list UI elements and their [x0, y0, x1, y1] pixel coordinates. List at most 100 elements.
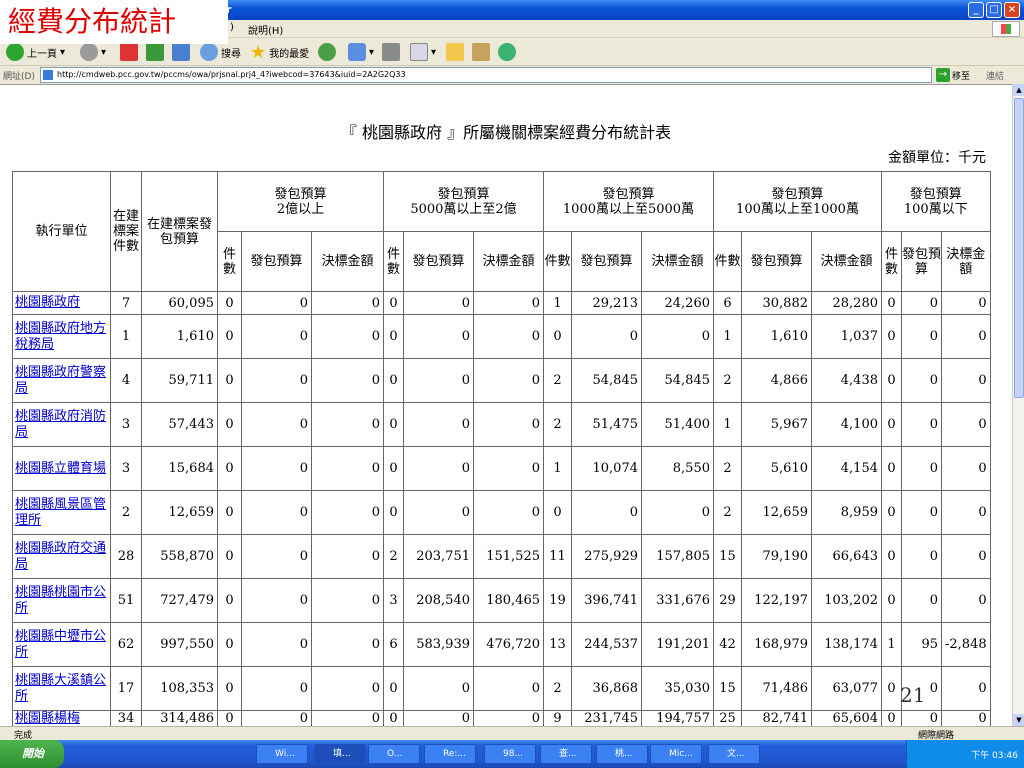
amount-cell: 275,929: [571, 534, 642, 579]
messenger-button[interactable]: [498, 42, 516, 62]
favorites-button[interactable]: ★ 我的最愛: [250, 42, 309, 63]
menu-item-tools-fragment[interactable]: ): [230, 22, 234, 33]
amount-cell: 0: [473, 666, 544, 711]
amount-cell: 1,610: [141, 314, 218, 359]
unit-link[interactable]: 桃園縣桃園市公所: [15, 585, 106, 616]
amount-cell: 476,720: [473, 622, 544, 667]
unit-link[interactable]: 桃園縣楊梅: [15, 711, 80, 726]
back-button[interactable]: 上一頁 ▾: [6, 42, 65, 62]
amount-cell: 0: [311, 291, 384, 315]
maximize-button[interactable]: □: [986, 2, 1002, 18]
unit-link[interactable]: 桃園縣政府消防局: [15, 409, 106, 440]
count-cell: 2: [543, 666, 572, 711]
header-group-3: 發包預算 1000萬以上至5000萬: [543, 171, 714, 232]
count-cell: 0: [383, 666, 404, 711]
taskbar-task[interactable]: O...: [368, 744, 420, 764]
refresh-button[interactable]: [146, 42, 164, 62]
count-cell: 15: [713, 534, 742, 579]
table-row: 桃園縣大溪鎮公所 17 108,353 0 0 0 0 0 0 2 36,868 35,030 15 71…: [12, 666, 991, 711]
taskbar-task[interactable]: Re:...: [424, 744, 476, 764]
count-cell: 0: [881, 666, 902, 711]
amount-cell: 151,525: [473, 534, 544, 579]
amount-cell: 0: [901, 490, 942, 535]
count-cell: 0: [383, 314, 404, 359]
count-cell: 2: [713, 490, 742, 535]
vertical-scrollbar[interactable]: ▲ ▼: [1012, 84, 1024, 726]
amount-cell: 0: [941, 446, 991, 491]
table-row: 桃園縣桃園市公所 51 727,479 0 0 0 3 208,540 180,465 19 396…: [12, 578, 991, 623]
taskbar-task[interactable]: Mic...: [650, 744, 702, 764]
unit-cell: 桃園縣政府: [12, 291, 111, 315]
amount-cell: 1,610: [741, 314, 812, 359]
subheader-count: 件數: [543, 231, 572, 292]
count-cell: 0: [383, 490, 404, 535]
scroll-up-icon[interactable]: ▲: [1013, 84, 1024, 96]
folder-button[interactable]: [446, 42, 464, 62]
taskbar-task[interactable]: 桃...: [596, 744, 648, 764]
amount-cell: 122,197: [741, 578, 812, 623]
unit-link[interactable]: 桃園縣政府交通局: [15, 541, 106, 572]
unit-link[interactable]: 桃園縣政府: [15, 295, 80, 310]
amount-cell: 0: [473, 710, 544, 726]
mail-button[interactable]: ▾: [348, 42, 374, 62]
unit-link[interactable]: 桃園縣立體育場: [15, 461, 106, 476]
amount-cell: 0: [941, 402, 991, 447]
menu-item-help[interactable]: 說明(H): [248, 22, 283, 37]
amount-cell: 0: [241, 622, 312, 667]
amount-cell: 0: [311, 446, 384, 491]
amount-cell: 0: [473, 314, 544, 359]
unit-link[interactable]: 桃園縣政府警察局: [15, 365, 106, 396]
header-budget: 在建標案發包預算: [141, 171, 218, 292]
unit-cell: 桃園縣楊梅: [12, 710, 111, 726]
taskbar-task[interactable]: Wi...: [256, 744, 308, 764]
subheader-award: 決標金額: [941, 231, 991, 292]
header-count: 在建標案件數: [110, 171, 142, 292]
edit-button[interactable]: ▾: [410, 42, 436, 62]
printer-icon: [382, 43, 400, 61]
start-button[interactable]: 開始: [0, 740, 64, 768]
table-row: 桃園縣政府交通局 28 558,870 0 0 0 2 203,751 151,525 11 275…: [12, 534, 991, 579]
amount-cell: 95: [901, 622, 942, 667]
search-button[interactable]: 搜尋: [200, 42, 241, 62]
close-button[interactable]: ×: [1004, 2, 1020, 18]
home-button[interactable]: [172, 42, 190, 62]
header-group-2: 發包預算 5000萬以上至2億: [383, 171, 544, 232]
scroll-thumb[interactable]: [1014, 98, 1024, 398]
minimize-button[interactable]: _: [968, 2, 984, 18]
amount-cell: 0: [311, 666, 384, 711]
unit-link[interactable]: 桃園縣風景區管理所: [15, 497, 106, 528]
unit-link[interactable]: 桃園縣中壢市公所: [15, 629, 106, 660]
amount-cell: 54,845: [641, 358, 714, 403]
stop-button[interactable]: [120, 42, 138, 62]
amount-cell: 0: [403, 710, 474, 726]
taskbar-task[interactable]: 查...: [540, 744, 592, 764]
amount-cell: 0: [311, 402, 384, 447]
links-label[interactable]: 連結: [986, 69, 1004, 82]
amount-cell: 35,030: [641, 666, 714, 711]
amount-cell: 28,280: [811, 291, 882, 315]
amount-cell: 558,870: [141, 534, 218, 579]
refresh-icon: [146, 43, 164, 61]
count-cell: 2: [543, 358, 572, 403]
research-button[interactable]: [472, 42, 490, 62]
go-button[interactable]: → 移至: [936, 68, 970, 82]
unit-link[interactable]: 桃園縣大溪鎮公所: [15, 673, 106, 704]
taskbar-task[interactable]: 文...: [708, 744, 760, 764]
unit-cell: 桃園縣立體育場: [12, 446, 111, 491]
amount-cell: 396,741: [571, 578, 642, 623]
amount-cell: 0: [941, 490, 991, 535]
taskbar-task[interactable]: 98...: [484, 744, 536, 764]
print-button[interactable]: [382, 42, 400, 62]
taskbar-task[interactable]: 填...: [314, 744, 366, 764]
header-group-1: 發包預算 2億以上: [217, 171, 384, 232]
history-button[interactable]: [318, 42, 336, 62]
unit-cell: 桃園縣政府消防局: [12, 402, 111, 447]
address-input[interactable]: http://cmdweb.pcc.gov.tw/pccms/owa/prjsn…: [40, 67, 932, 83]
count-cell: 4: [110, 358, 142, 403]
scroll-down-icon[interactable]: ▼: [1013, 714, 1024, 726]
unit-link[interactable]: 桃園縣政府地方稅務局: [15, 321, 106, 352]
unit-cell: 桃園縣風景區管理所: [12, 490, 111, 535]
amount-cell: 168,979: [741, 622, 812, 667]
count-cell: 2: [713, 358, 742, 403]
forward-button[interactable]: ▾: [80, 42, 106, 62]
